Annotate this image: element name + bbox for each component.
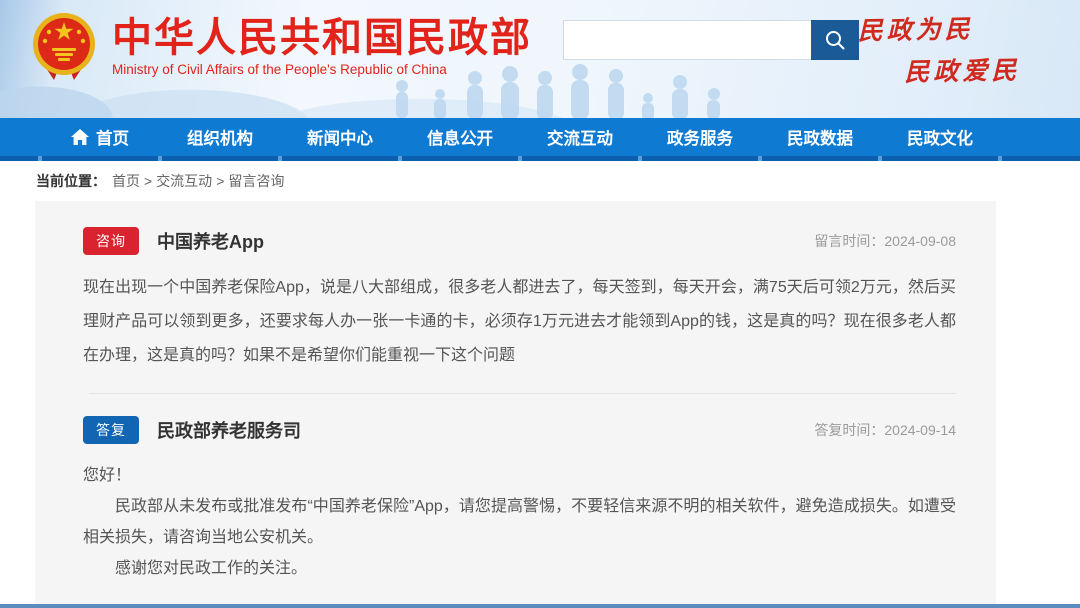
nav-item-culture[interactable]: 民政文化 xyxy=(880,118,1000,156)
answer-time-label: 答复时间： xyxy=(814,422,884,438)
answer-body: 您好！ 民政部从未发布或批准发布“中国养老保险”App，请您提高警惕，不要轻信来… xyxy=(83,460,956,584)
question-section: 咨询 中国养老App 留言时间：2024-09-08 现在出现一个中国养老保险A… xyxy=(83,227,956,373)
breadcrumb-separator: > xyxy=(216,173,224,189)
section-divider xyxy=(89,393,956,394)
answer-header: 答复 民政部养老服务司 答复时间：2024-09-14 xyxy=(83,416,956,444)
footer-accent-line xyxy=(0,604,1080,608)
question-time-label: 留言时间： xyxy=(814,233,884,249)
search-bar xyxy=(563,20,859,60)
main-nav: 首页 组织机构 新闻中心 信息公开 交流互动 政务服务 民政数据 民政文化 xyxy=(0,118,1080,161)
breadcrumb-link-interaction[interactable]: 交流互动 xyxy=(156,171,212,191)
question-time: 留言时间：2024-09-08 xyxy=(814,231,956,251)
national-emblem-logo xyxy=(28,10,100,82)
site-subtitle: Ministry of Civil Affairs of the People'… xyxy=(112,62,532,77)
answer-paragraph: 民政部从未发布或批准发布“中国养老保险”App，请您提高警惕，不要轻信来源不明的… xyxy=(83,491,956,553)
breadcrumb-label: 当前位置： xyxy=(36,171,106,191)
nav-item-data[interactable]: 民政数据 xyxy=(760,118,880,156)
nav-item-label: 新闻中心 xyxy=(307,125,373,149)
question-title: 中国养老App xyxy=(157,228,264,254)
search-button[interactable] xyxy=(811,20,859,60)
nav-item-label: 交流互动 xyxy=(547,125,613,149)
answer-time-value: 2024-09-14 xyxy=(884,422,956,438)
nav-item-label: 信息公开 xyxy=(427,125,493,149)
nav-item-services[interactable]: 政务服务 xyxy=(640,118,760,156)
search-input[interactable] xyxy=(563,20,811,60)
answer-greeting: 您好！ xyxy=(83,460,956,491)
answer-time: 答复时间：2024-09-14 xyxy=(814,420,956,440)
nav-item-label: 首页 xyxy=(96,125,129,149)
question-body: 现在出现一个中国养老保险App，说是八大部组成，很多老人都进去了，每天签到，每天… xyxy=(83,271,956,373)
search-icon xyxy=(824,29,846,51)
slogan-line-2: 民政爱民 xyxy=(904,51,1021,89)
page-root: 中华人民共和国民政部 Ministry of Civil Affairs of … xyxy=(0,0,1080,608)
nav-item-organization[interactable]: 组织机构 xyxy=(160,118,280,156)
nav-item-label: 组织机构 xyxy=(187,125,253,149)
nav-item-news[interactable]: 新闻中心 xyxy=(280,118,400,156)
answer-section: 答复 民政部养老服务司 答复时间：2024-09-14 您好！ 民政部从未发布或… xyxy=(83,416,956,584)
nav-item-home[interactable]: 首页 xyxy=(40,118,160,156)
slogan-line-1: 民政为民 xyxy=(857,9,1020,48)
nav-item-label: 政务服务 xyxy=(667,125,733,149)
nav-item-info-disclosure[interactable]: 信息公开 xyxy=(400,118,520,156)
breadcrumb-link-home[interactable]: 首页 xyxy=(112,171,140,191)
breadcrumb: 当前位置： 首页 > 交流互动 > 留言咨询 xyxy=(0,161,1080,201)
answer-title: 民政部养老服务司 xyxy=(157,417,301,443)
nav-item-label: 民政文化 xyxy=(907,125,973,149)
site-logo-link[interactable]: 中华人民共和国民政部 Ministry of Civil Affairs of … xyxy=(28,10,532,82)
slogan: 民政为民 民政爱民 xyxy=(857,9,1020,90)
breadcrumb-current: 留言咨询 xyxy=(228,171,284,191)
answer-badge: 答复 xyxy=(83,416,139,444)
question-header: 咨询 中国养老App 留言时间：2024-09-08 xyxy=(83,227,956,255)
home-icon xyxy=(71,129,89,145)
nav-item-label: 民政数据 xyxy=(787,125,853,149)
answer-paragraph: 感谢您对民政工作的关注。 xyxy=(83,553,956,584)
brand-text: 中华人民共和国民政部 Ministry of Civil Affairs of … xyxy=(112,16,532,77)
question-time-value: 2024-09-08 xyxy=(884,233,956,249)
site-header: 中华人民共和国民政部 Ministry of Civil Affairs of … xyxy=(0,0,1080,118)
message-detail-card: 咨询 中国养老App 留言时间：2024-09-08 现在出现一个中国养老保险A… xyxy=(35,201,996,608)
nav-item-interaction[interactable]: 交流互动 xyxy=(520,118,640,156)
site-title: 中华人民共和国民政部 xyxy=(112,16,532,60)
question-badge: 咨询 xyxy=(83,227,139,255)
breadcrumb-separator: > xyxy=(144,173,152,189)
